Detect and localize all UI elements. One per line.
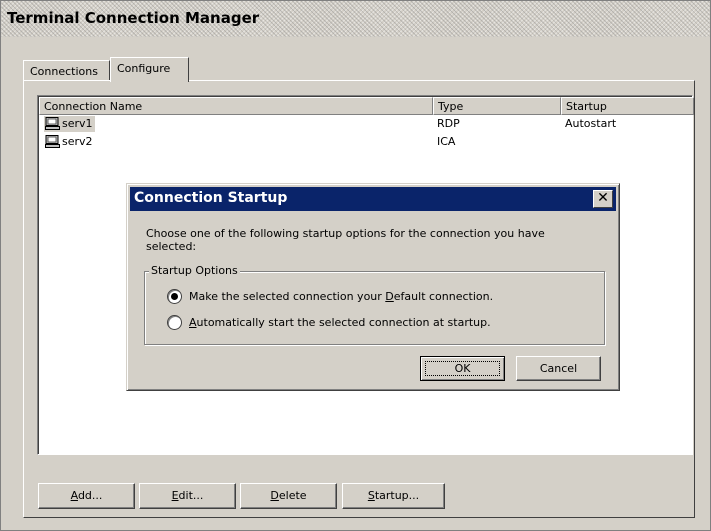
column-header-startup[interactable]: Startup (561, 97, 694, 115)
group-label: Startup Options (149, 264, 240, 277)
edit-button[interactable]: Edit... (139, 483, 236, 509)
startup-options-group: Startup Options Make the selected connec… (144, 264, 605, 345)
main-window: Terminal Connection Manager Connections … (0, 0, 711, 531)
option-mnemonic: A (189, 316, 197, 329)
option-text-pre: Make the selected connection your (189, 290, 386, 303)
connection-startup-dialog: Connection Startup ✕ Choose one of the f… (126, 183, 620, 391)
connection-name: serv1 (62, 117, 93, 130)
connection-startup: Autostart (565, 117, 617, 130)
computer-icon (45, 135, 60, 148)
add-button-label: dd... (77, 489, 103, 502)
connection-name: serv2 (62, 135, 93, 148)
table-row[interactable]: serv2 ICA (39, 134, 693, 150)
window-title: Terminal Connection Manager (7, 9, 260, 27)
tab-connections[interactable]: Connections (23, 60, 110, 81)
option-text-post: efault connection. (393, 290, 494, 303)
startup-button[interactable]: Startup... (342, 483, 445, 509)
add-button[interactable]: Add... (38, 483, 135, 509)
default-connection-label[interactable]: Make the selected connection your Defaul… (189, 290, 493, 303)
row-name-cell[interactable]: serv1 (44, 116, 95, 132)
option-text-post: utomatically start the selected connecti… (196, 316, 491, 329)
delete-button-mnemonic: D (270, 489, 279, 502)
list-header: Connection Name Type Startup (39, 97, 694, 115)
delete-button[interactable]: Delete (240, 483, 337, 509)
column-header-connection-name[interactable]: Connection Name (39, 97, 433, 115)
autostart-radio[interactable] (167, 315, 182, 330)
delete-button-label: elete (278, 489, 307, 502)
dialog-title: Connection Startup (134, 190, 288, 206)
dialog-title-bar[interactable]: Connection Startup ✕ (130, 187, 616, 211)
title-bar[interactable]: Terminal Connection Manager (1, 1, 710, 37)
computer-icon (45, 117, 60, 130)
dialog-description: Choose one of the following startup opti… (146, 227, 545, 253)
connection-type: RDP (437, 117, 460, 130)
focus-rectangle (425, 361, 500, 376)
table-row[interactable]: serv1 RDP Autostart (39, 116, 693, 132)
startup-button-label: tartup... (374, 489, 420, 502)
edit-button-label: dit... (178, 489, 204, 502)
row-name-cell[interactable]: serv2 (44, 134, 95, 150)
tab-configure[interactable]: Configure (110, 57, 189, 82)
column-header-type[interactable]: Type (433, 97, 561, 115)
edit-button-mnemonic: E (171, 489, 179, 502)
default-connection-radio[interactable] (167, 289, 182, 304)
ok-button[interactable]: OK (420, 356, 505, 381)
connection-type: ICA (437, 135, 456, 148)
startup-button-mnemonic: S (367, 489, 375, 502)
add-button-mnemonic: A (70, 489, 78, 502)
option-mnemonic: D (385, 290, 394, 303)
radio-selected-dot (171, 293, 178, 300)
cancel-button[interactable]: Cancel (516, 356, 601, 381)
autostart-label[interactable]: Automatically start the selected connect… (189, 316, 491, 329)
close-icon[interactable]: ✕ (593, 190, 613, 208)
